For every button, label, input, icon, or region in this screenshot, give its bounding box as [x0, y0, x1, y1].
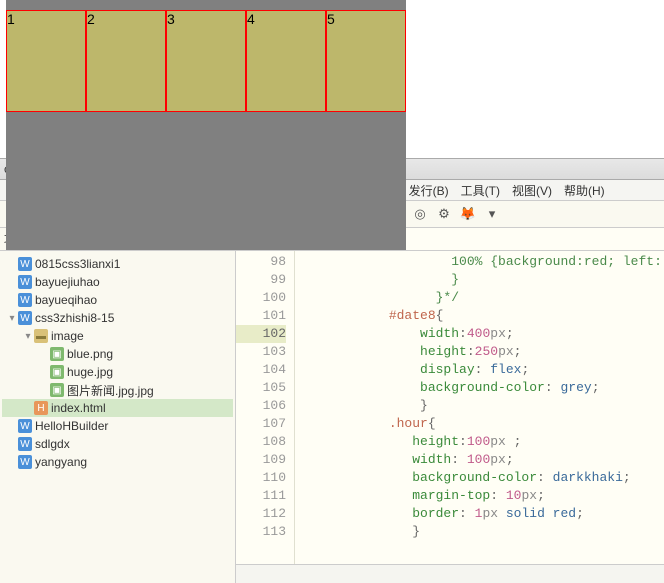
tree-label: blue.png [67, 347, 113, 361]
tree-node[interactable]: WHelloHBuilder [2, 417, 233, 435]
browser-preview: 12345 [0, 0, 664, 158]
tree-label: 0815css3lianxi1 [35, 257, 120, 271]
tree-label: HelloHBuilder [35, 419, 108, 433]
tree-label: 图片新闻.jpg.jpg [67, 382, 154, 399]
compass-icon[interactable]: ◎ [409, 203, 431, 225]
hour-cell: 1 [6, 10, 86, 112]
w-icon: W [18, 311, 32, 325]
tree-label: huge.jpg [67, 365, 113, 379]
w-icon: W [18, 293, 32, 307]
w-icon: W [18, 419, 32, 433]
tree-label: yangyang [35, 455, 87, 469]
code-editor: H *index.html × 989910010110210310410510… [236, 228, 664, 583]
tree-node[interactable]: ▾Wcss3zhishi8-15 [2, 309, 233, 327]
menu-item[interactable]: 发行(B) [403, 182, 455, 199]
menu-item[interactable]: 视图(V) [506, 182, 558, 199]
hour-cell: 4 [246, 10, 326, 112]
fold-icon: ▬ [34, 329, 48, 343]
tree-label: image [51, 329, 84, 343]
project-explorer: 项目管理器 ⇄ ⇆ ▾ W0815css3lianxi1Wbayuejiuhao… [0, 228, 236, 583]
tree-node[interactable]: ▣huge.jpg [2, 363, 233, 381]
h-icon: H [34, 401, 48, 415]
tree-label: index.html [51, 401, 106, 415]
tree-node[interactable]: W0815css3lianxi1 [2, 255, 233, 273]
tree-node[interactable]: Wyangyang [2, 453, 233, 471]
tree-label: bayuejiuhao [35, 275, 100, 289]
tree-node[interactable]: Wbayuejiuhao [2, 273, 233, 291]
tree-label: bayueqihao [35, 293, 97, 307]
tree-node[interactable]: ▾▬image [2, 327, 233, 345]
browser-icon[interactable]: 🦊 [457, 203, 479, 225]
settings-icon[interactable]: ⚙ [433, 203, 455, 225]
w-icon: W [18, 437, 32, 451]
tree-node[interactable]: ▣blue.png [2, 345, 233, 363]
hour-cell: 2 [86, 10, 166, 112]
file-tree: W0815css3lianxi1WbayuejiuhaoWbayueqihao▾… [0, 251, 235, 475]
w-icon: W [18, 275, 32, 289]
hour-cell: 5 [326, 10, 406, 112]
img-icon: ▣ [50, 365, 64, 379]
tree-node[interactable]: Wbayueqihao [2, 291, 233, 309]
w-icon: W [18, 257, 32, 271]
tree-label: css3zhishi8-15 [35, 311, 114, 325]
menu-item[interactable]: 帮助(H) [558, 182, 611, 199]
code-area[interactable]: 9899100101102103104105106107108109110111… [236, 251, 664, 564]
menu-item[interactable]: 工具(T) [455, 182, 506, 199]
img-icon: ▣ [50, 347, 64, 361]
dropdown-icon[interactable]: ▾ [481, 203, 503, 225]
tree-node[interactable]: Wsdlgdx [2, 435, 233, 453]
tree-node[interactable]: Hindex.html [2, 399, 233, 417]
date8-container: 12345 [6, 0, 406, 250]
w-icon: W [18, 455, 32, 469]
img-icon: ▣ [50, 383, 64, 397]
hour-cell: 3 [166, 10, 246, 112]
tree-node[interactable]: ▣图片新闻.jpg.jpg [2, 381, 233, 399]
breadcrumb-bar [236, 564, 664, 583]
line-gutter: 9899100101102103104105106107108109110111… [236, 251, 295, 564]
code-lines[interactable]: 100% {background:red; left: } }*/ #date8… [295, 251, 664, 564]
tree-label: sdlgdx [35, 437, 70, 451]
